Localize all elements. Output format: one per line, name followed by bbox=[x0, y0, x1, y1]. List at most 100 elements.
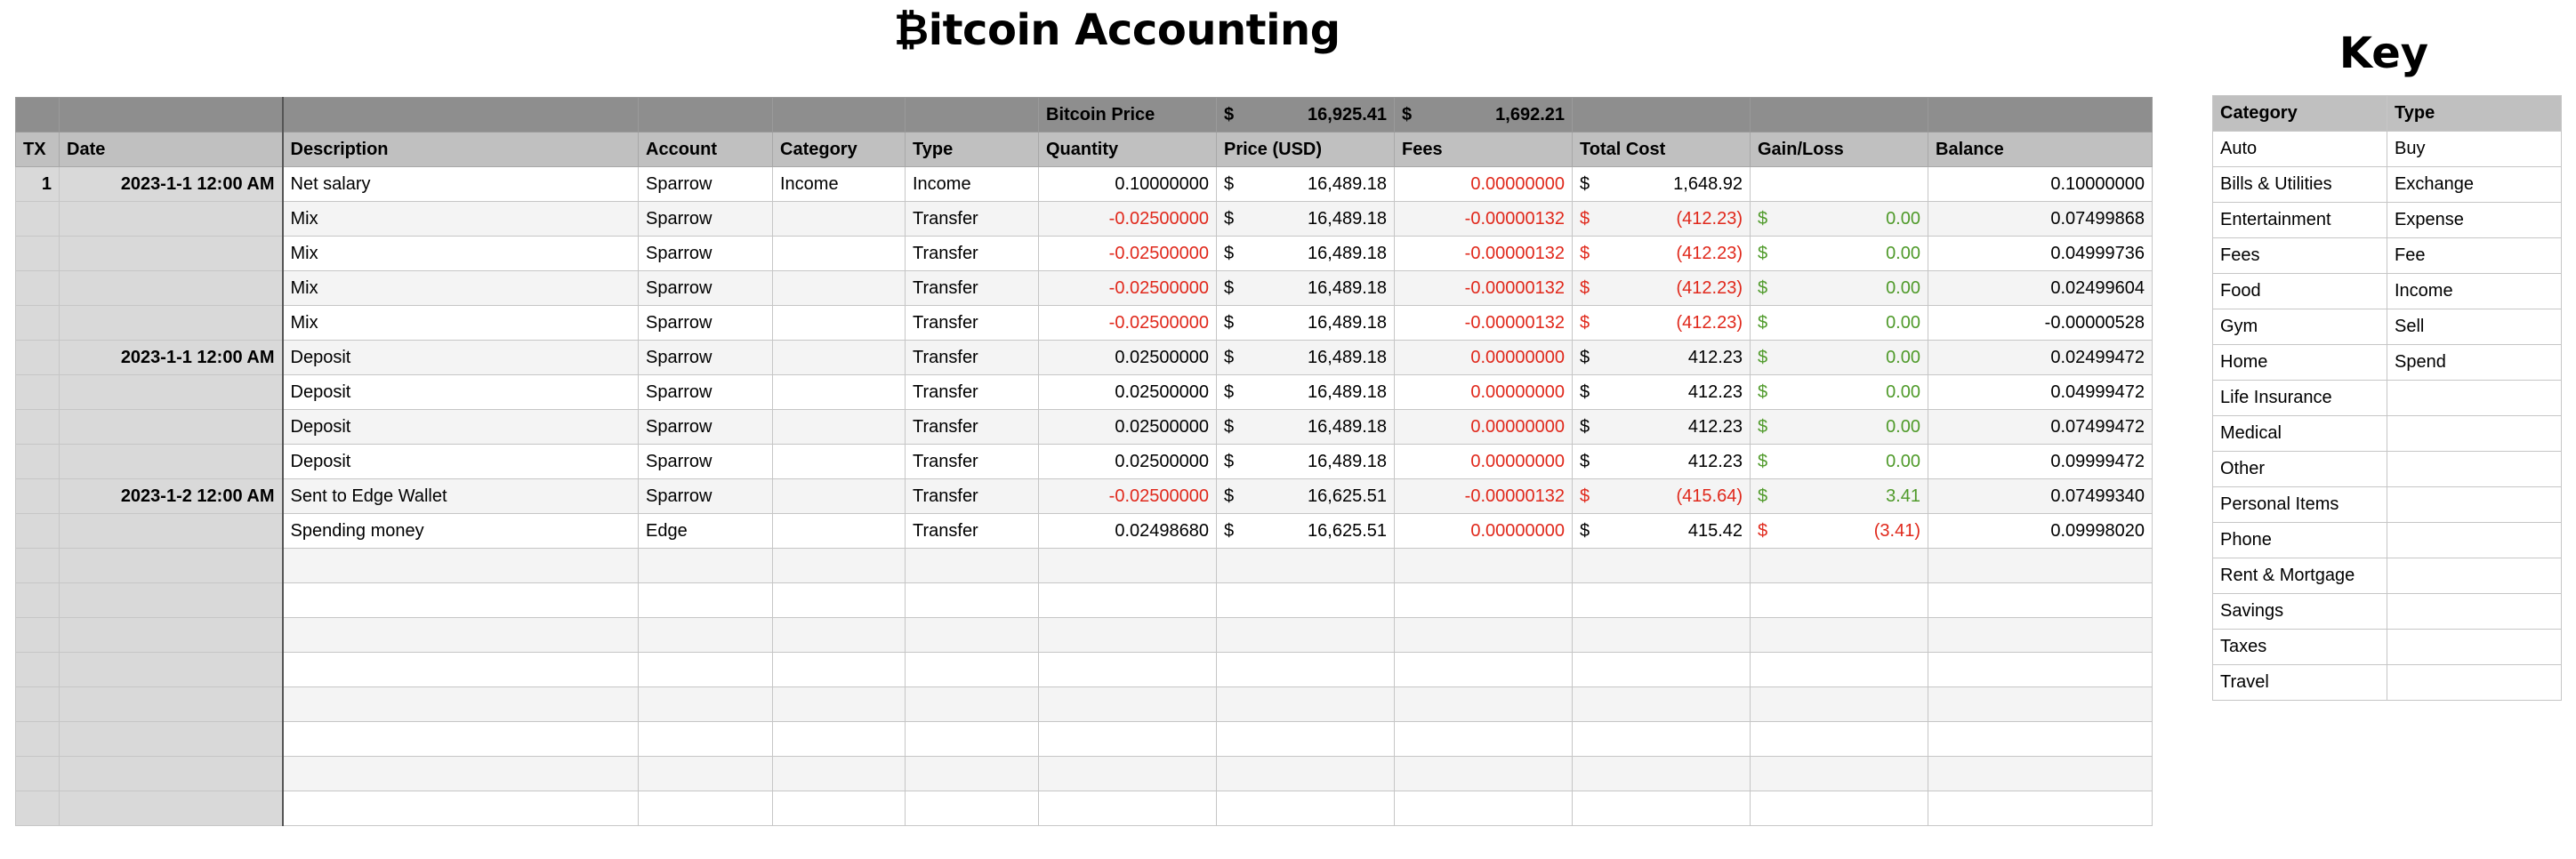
balance-cell[interactable]: 0.10000000 bbox=[1928, 166, 2153, 202]
description-cell[interactable]: Net salary bbox=[281, 166, 639, 202]
tx-cell[interactable] bbox=[15, 201, 60, 237]
type-cell[interactable]: Income bbox=[905, 166, 1039, 202]
empty-cell[interactable] bbox=[1038, 756, 1217, 791]
date-cell[interactable] bbox=[59, 270, 283, 306]
balance-cell[interactable]: 0.04999472 bbox=[1928, 374, 2153, 410]
total-cost-cell[interactable]: $412.23 bbox=[1572, 340, 1751, 375]
header-account[interactable]: Account bbox=[638, 132, 773, 167]
header-tx[interactable]: TX bbox=[15, 132, 60, 167]
empty-cell[interactable] bbox=[1216, 686, 1395, 722]
empty-cell[interactable] bbox=[59, 617, 283, 653]
fees-cell[interactable]: 0.00000000 bbox=[1394, 513, 1573, 549]
empty-cell[interactable] bbox=[638, 652, 773, 687]
empty-cell[interactable] bbox=[1394, 617, 1573, 653]
key-type-cell[interactable] bbox=[2387, 486, 2562, 523]
type-cell[interactable]: Transfer bbox=[905, 305, 1039, 341]
key-category-cell[interactable]: Food bbox=[2212, 273, 2387, 309]
description-cell[interactable]: Deposit bbox=[281, 409, 639, 445]
empty-cell[interactable] bbox=[638, 721, 773, 757]
empty-cell[interactable] bbox=[638, 791, 773, 826]
balance-cell[interactable]: 0.07499868 bbox=[1928, 201, 2153, 237]
account-cell[interactable]: Sparrow bbox=[638, 340, 773, 375]
tx-cell[interactable] bbox=[15, 236, 60, 271]
gain-loss-cell[interactable]: $0.00 bbox=[1750, 409, 1928, 445]
empty-cell[interactable] bbox=[1216, 721, 1395, 757]
key-category-cell[interactable]: Travel bbox=[2212, 664, 2387, 701]
empty-cell[interactable] bbox=[905, 652, 1039, 687]
date-cell[interactable] bbox=[59, 236, 283, 271]
date-cell[interactable]: 2023-1-1 12:00 AM bbox=[59, 340, 283, 375]
total-cost-cell[interactable]: $412.23 bbox=[1572, 374, 1751, 410]
empty-cell[interactable] bbox=[1038, 617, 1217, 653]
key-type-cell[interactable]: Spend bbox=[2387, 344, 2562, 381]
category-cell[interactable]: Income bbox=[772, 166, 906, 202]
empty-cell[interactable] bbox=[59, 652, 283, 687]
balance-cell[interactable]: 0.07499340 bbox=[1928, 478, 2153, 514]
header-total-cost[interactable]: Total Cost bbox=[1572, 132, 1751, 167]
empty-cell[interactable] bbox=[1572, 652, 1751, 687]
empty-cell[interactable] bbox=[1750, 686, 1928, 722]
category-cell[interactable] bbox=[772, 409, 906, 445]
gain-loss-cell[interactable]: $0.00 bbox=[1750, 340, 1928, 375]
total-cost-cell[interactable]: $ (412.23) bbox=[1572, 305, 1751, 341]
empty-cell[interactable] bbox=[59, 548, 283, 583]
empty-cell[interactable] bbox=[1928, 756, 2153, 791]
empty-cell[interactable] bbox=[772, 617, 906, 653]
empty-cell[interactable] bbox=[1572, 721, 1751, 757]
fees-cell[interactable]: -0.00000132 bbox=[1394, 201, 1573, 237]
empty-cell[interactable] bbox=[638, 548, 773, 583]
key-category-cell[interactable]: Auto bbox=[2212, 131, 2387, 167]
price-cell[interactable]: $16,489.18 bbox=[1216, 166, 1395, 202]
description-cell[interactable]: Mix bbox=[281, 201, 639, 237]
key-header-type[interactable]: Type bbox=[2387, 95, 2562, 132]
gain-loss-cell[interactable]: $ (3.41) bbox=[1750, 513, 1928, 549]
bitcoin-value-cell[interactable]: $1,692.21 bbox=[1394, 97, 1573, 132]
empty-cell[interactable] bbox=[15, 686, 60, 722]
price-cell[interactable]: $16,489.18 bbox=[1216, 201, 1395, 237]
key-type-cell[interactable] bbox=[2387, 451, 2562, 487]
header-fees[interactable]: Fees bbox=[1394, 132, 1573, 167]
key-category-cell[interactable]: Entertainment bbox=[2212, 202, 2387, 238]
type-cell[interactable]: Transfer bbox=[905, 374, 1039, 410]
empty-cell[interactable] bbox=[15, 756, 60, 791]
header-category[interactable]: Category bbox=[772, 132, 906, 167]
quantity-cell[interactable]: 0.02500000 bbox=[1038, 340, 1217, 375]
empty-cell[interactable] bbox=[772, 548, 906, 583]
empty-cell[interactable] bbox=[281, 652, 639, 687]
empty-cell[interactable] bbox=[1750, 548, 1928, 583]
date-cell[interactable] bbox=[59, 305, 283, 341]
key-type-cell[interactable]: Expense bbox=[2387, 202, 2562, 238]
description-cell[interactable]: Spending money bbox=[281, 513, 639, 549]
empty-cell[interactable] bbox=[15, 617, 60, 653]
key-type-cell[interactable]: Buy bbox=[2387, 131, 2562, 167]
empty-cell[interactable] bbox=[1750, 756, 1928, 791]
key-type-cell[interactable]: Exchange bbox=[2387, 166, 2562, 203]
empty-cell[interactable] bbox=[281, 617, 639, 653]
price-cell[interactable]: $16,489.18 bbox=[1216, 409, 1395, 445]
balance-cell[interactable]: 0.04999736 bbox=[1928, 236, 2153, 271]
description-cell[interactable]: Deposit bbox=[281, 340, 639, 375]
account-cell[interactable]: Sparrow bbox=[638, 270, 773, 306]
quantity-cell[interactable]: 0.10000000 bbox=[1038, 166, 1217, 202]
balance-cell[interactable]: 0.07499472 bbox=[1928, 409, 2153, 445]
price-cell[interactable]: $16,489.18 bbox=[1216, 236, 1395, 271]
empty-cell[interactable] bbox=[15, 791, 60, 826]
account-cell[interactable]: Sparrow bbox=[638, 478, 773, 514]
price-cell[interactable]: $16,625.51 bbox=[1216, 478, 1395, 514]
quantity-cell[interactable]: 0.02500000 bbox=[1038, 374, 1217, 410]
fees-cell[interactable]: 0.00000000 bbox=[1394, 409, 1573, 445]
empty-cell[interactable] bbox=[638, 582, 773, 618]
empty-cell[interactable] bbox=[1572, 791, 1751, 826]
header-gain-loss[interactable]: Gain/Loss bbox=[1750, 132, 1928, 167]
tx-cell[interactable] bbox=[15, 270, 60, 306]
key-type-cell[interactable] bbox=[2387, 415, 2562, 452]
account-cell[interactable]: Sparrow bbox=[638, 444, 773, 479]
key-type-cell[interactable] bbox=[2387, 558, 2562, 594]
empty-cell[interactable] bbox=[281, 582, 639, 618]
total-cost-cell[interactable]: $ (415.64) bbox=[1572, 478, 1751, 514]
category-cell[interactable] bbox=[772, 513, 906, 549]
empty-cell[interactable] bbox=[905, 548, 1039, 583]
total-cost-cell[interactable]: $ (412.23) bbox=[1572, 236, 1751, 271]
empty-cell[interactable] bbox=[1928, 721, 2153, 757]
balance-cell[interactable]: 0.02499472 bbox=[1928, 340, 2153, 375]
